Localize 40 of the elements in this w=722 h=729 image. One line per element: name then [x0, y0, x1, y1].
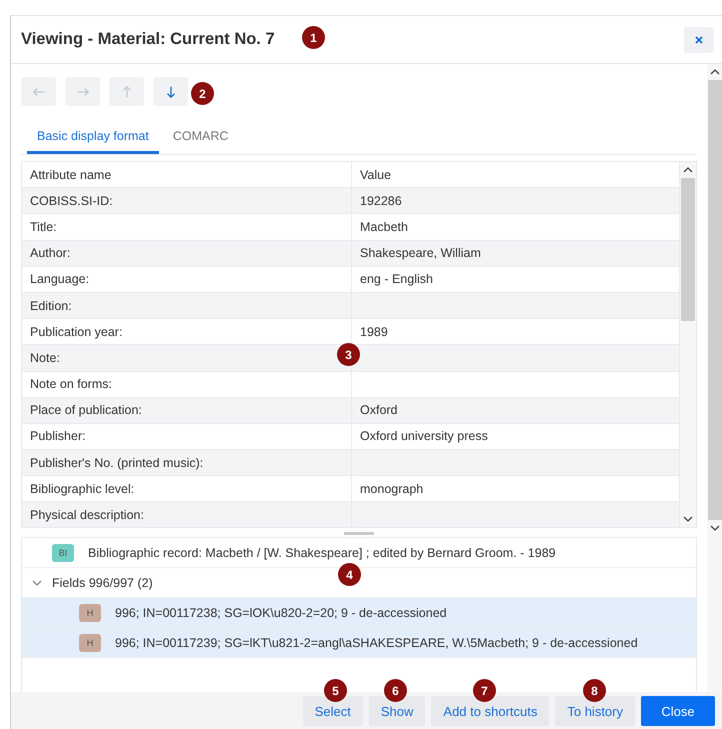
scrollbar[interactable] [680, 162, 696, 527]
scrollbar-thumb[interactable] [708, 80, 722, 520]
column-header: Attribute name [22, 162, 352, 188]
field-badge: H [79, 604, 101, 622]
table-cell: Note on forms: [22, 372, 352, 397]
record-badge: BI [52, 544, 74, 562]
splitter-handle[interactable] [344, 532, 374, 535]
arrow-button[interactable] [153, 77, 188, 106]
list-item[interactable]: H 996; IN=00117238; SG=lOK\u820-2=20; 9 - de-accessioned [22, 598, 696, 628]
scroll-down-icon [683, 515, 693, 523]
close-button[interactable] [684, 26, 714, 52]
scroll-up-icon [683, 166, 693, 174]
table-cell: Publisher: [22, 424, 352, 450]
window-title: Viewing - Material: Current No. 7 [21, 30, 275, 49]
field-text: 996; IN=00117239; SG=lKT\u821-2=angl\aSHAKESPEARE, W.\5Macbeth; 9 - de-accessioned [115, 636, 638, 650]
footer-button[interactable]: Close [641, 696, 715, 726]
group-label: Fields 996/997 (2) [52, 576, 153, 590]
tab[interactable]: Basic display format [27, 123, 159, 154]
tab[interactable]: COMARC [162, 123, 238, 154]
chevron-icon[interactable] [32, 578, 42, 586]
scroll-down-icon [710, 524, 720, 532]
table-cell: Place of publication: [22, 398, 352, 423]
field-text: 996; IN=00117238; SG=lOK\u820-2=20; 9 - de-accessioned [115, 606, 447, 620]
footer-button[interactable]: To history [555, 696, 635, 726]
footer-button[interactable]: Select [302, 696, 363, 726]
table-cell: Bibliographic level: [22, 476, 352, 502]
table-cell: Edition: [22, 292, 352, 318]
footer-button[interactable]: Add to shortcuts [431, 696, 550, 726]
scroll-up-icon [710, 68, 720, 76]
footer-button[interactable]: Show [368, 696, 426, 726]
table-cell: Publisher's No. (printed music): [22, 450, 352, 476]
field-badge: H [79, 634, 101, 652]
table-cell: Title: [22, 214, 352, 240]
record-text: Bibliographic record: Macbeth / [W. Shakespeare] ; edited by Bernard Groom. - 1989 [88, 546, 556, 560]
table-cell: Language: [22, 266, 352, 292]
table-cell: Author: [22, 240, 352, 266]
close-icon [695, 36, 703, 44]
list-item[interactable]: H 996; IN=00117239; SG=lKT\u821-2=angl\aSHAKESPEARE, W.\5Macbeth; 9 - de-accessioned [22, 628, 696, 658]
table-cell: Physical description: [22, 502, 352, 527]
table-cell: COBISS.SI-ID: [22, 188, 352, 214]
